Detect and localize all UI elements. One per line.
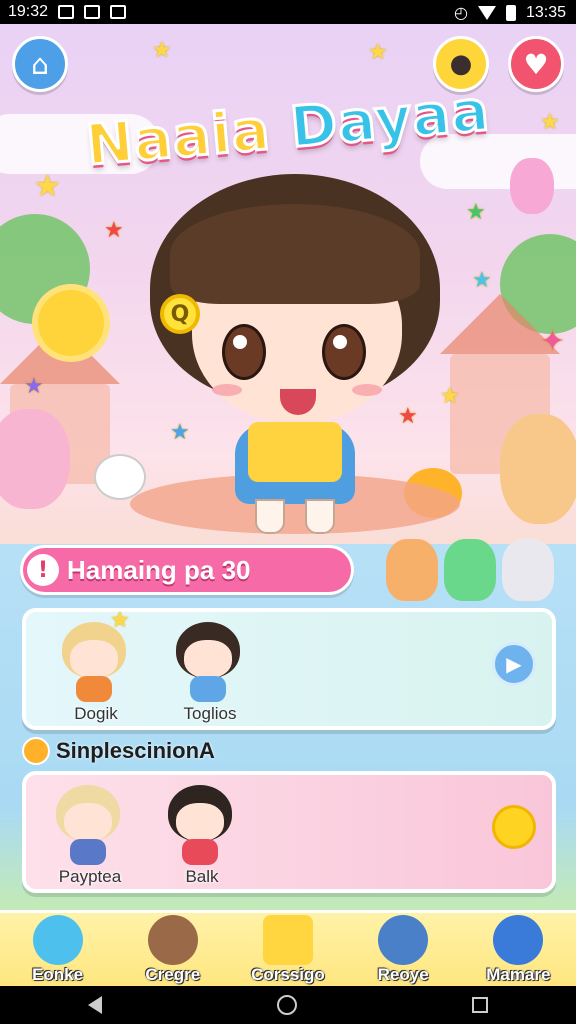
character-face	[184, 640, 232, 678]
download-icon	[110, 5, 127, 19]
character-left-eye	[222, 324, 266, 380]
star-icon: ★	[34, 169, 61, 204]
play-icon: ▶	[506, 652, 522, 676]
coin-button[interactable]	[492, 805, 536, 849]
character-card[interactable]: Balk	[152, 785, 252, 886]
sparkle-icon: ✦	[540, 324, 566, 359]
character-panel-1: Dogik Toglios ★ ▶	[22, 608, 556, 730]
star-icon: ★	[466, 200, 486, 225]
character-face	[176, 803, 224, 841]
home-button[interactable]: ⌂	[12, 36, 68, 92]
smiley-icon	[22, 737, 50, 765]
recent-apps-icon[interactable]	[472, 997, 489, 1013]
character-legs	[255, 499, 335, 534]
alarm-icon: ◴	[453, 5, 468, 22]
pink-cat-decoration	[0, 409, 70, 509]
alert-icon: !	[27, 554, 59, 586]
character-outfit	[70, 839, 106, 865]
character-face	[70, 640, 118, 678]
character-name: Payptea	[58, 867, 122, 886]
gallery-icon	[58, 5, 75, 19]
nav-label: Mamare	[486, 965, 551, 984]
status-bar: 19:32 ◴ 13:35	[0, 0, 576, 24]
character-name: Toglios	[183, 704, 237, 723]
character-name: Dogik	[74, 704, 118, 723]
game-screen: ⌂ ● ♥ ★ ★ ★ ★ ★ ★ ★ ★ ★ ★ ★ ✦ Naaia Daya…	[0, 24, 576, 986]
nav-item-mamare[interactable]: Mamare	[463, 913, 573, 986]
wifi-icon	[477, 6, 496, 20]
star-icon: ★	[368, 40, 388, 65]
play-button[interactable]: ▶	[492, 642, 536, 686]
white-haired-pet[interactable]	[502, 539, 554, 601]
nav-label: Reoye	[377, 965, 429, 984]
home-icon: ⌂	[31, 47, 49, 81]
character-outfit	[76, 676, 112, 702]
system-navigation-bar	[0, 986, 576, 1024]
star-icon: ★	[540, 110, 560, 135]
star-icon: ★	[110, 608, 130, 633]
character-blush	[212, 384, 242, 396]
green-cat-pet[interactable]	[444, 539, 496, 601]
character-blush	[352, 384, 382, 396]
status-time-right: 13:35	[525, 4, 566, 21]
star-icon: ★	[24, 374, 44, 399]
nav-label: Eonke	[32, 965, 84, 984]
character-card[interactable]: Dogik	[46, 622, 146, 723]
nav-label: Corssigo	[251, 965, 325, 984]
character-scarf	[248, 422, 342, 482]
level-text: Hamaing pa 30	[67, 554, 251, 585]
orange-cat-decoration	[500, 414, 576, 524]
hair-clip-icon: Q	[160, 294, 200, 334]
star-icon: ★	[472, 268, 492, 293]
character-bangs	[170, 204, 420, 304]
nav-item-reoye[interactable]: Reoye	[348, 913, 458, 986]
heart-icon: ♥	[523, 47, 549, 81]
bear-icon	[147, 915, 198, 965]
favorites-button[interactable]: ♥	[508, 36, 564, 92]
character-icon	[32, 915, 83, 965]
sun-mascot	[38, 290, 104, 356]
character-outfit	[182, 839, 218, 865]
home-circle-icon[interactable]	[276, 995, 297, 1015]
level-banner: ! Hamaing pa 30	[20, 545, 354, 595]
section-label-text: SinplescinionА	[56, 738, 215, 763]
nav-item-corssigo[interactable]: Corssigo	[233, 913, 343, 986]
nav-item-cregre[interactable]: Cregre	[118, 913, 228, 986]
pink-bear-decoration	[510, 158, 554, 214]
section-label: SinplescinionА	[22, 737, 215, 765]
character-card[interactable]: Toglios	[160, 622, 260, 723]
battery-icon	[505, 5, 516, 21]
status-time-left: 19:32	[8, 3, 49, 20]
character-face	[64, 803, 112, 841]
main-character[interactable]: Q	[130, 174, 460, 554]
game-title-part1: Naaia	[82, 96, 274, 180]
star-icon: ★	[104, 218, 124, 243]
character-right-eye	[322, 324, 366, 380]
nav-item-eonke[interactable]: Eonke	[3, 913, 113, 986]
popcorn-icon	[262, 915, 313, 965]
cat-icon: ●	[449, 49, 473, 79]
character-name: Balk	[185, 867, 219, 886]
hat-character-icon	[378, 915, 429, 965]
bottom-navigation: Eonke Cregre Corssigo Reoye Mamare	[0, 910, 576, 986]
back-icon[interactable]	[87, 996, 102, 1014]
orange-fox-pet[interactable]	[386, 539, 438, 601]
globe-icon	[493, 915, 544, 965]
character-card[interactable]: Payptea	[40, 785, 140, 886]
character-panel-2: Payptea Balk	[22, 771, 556, 893]
nav-label: Cregre	[145, 965, 201, 984]
camera-icon	[84, 5, 101, 19]
character-outfit	[190, 676, 226, 702]
star-icon: ★	[152, 38, 172, 63]
